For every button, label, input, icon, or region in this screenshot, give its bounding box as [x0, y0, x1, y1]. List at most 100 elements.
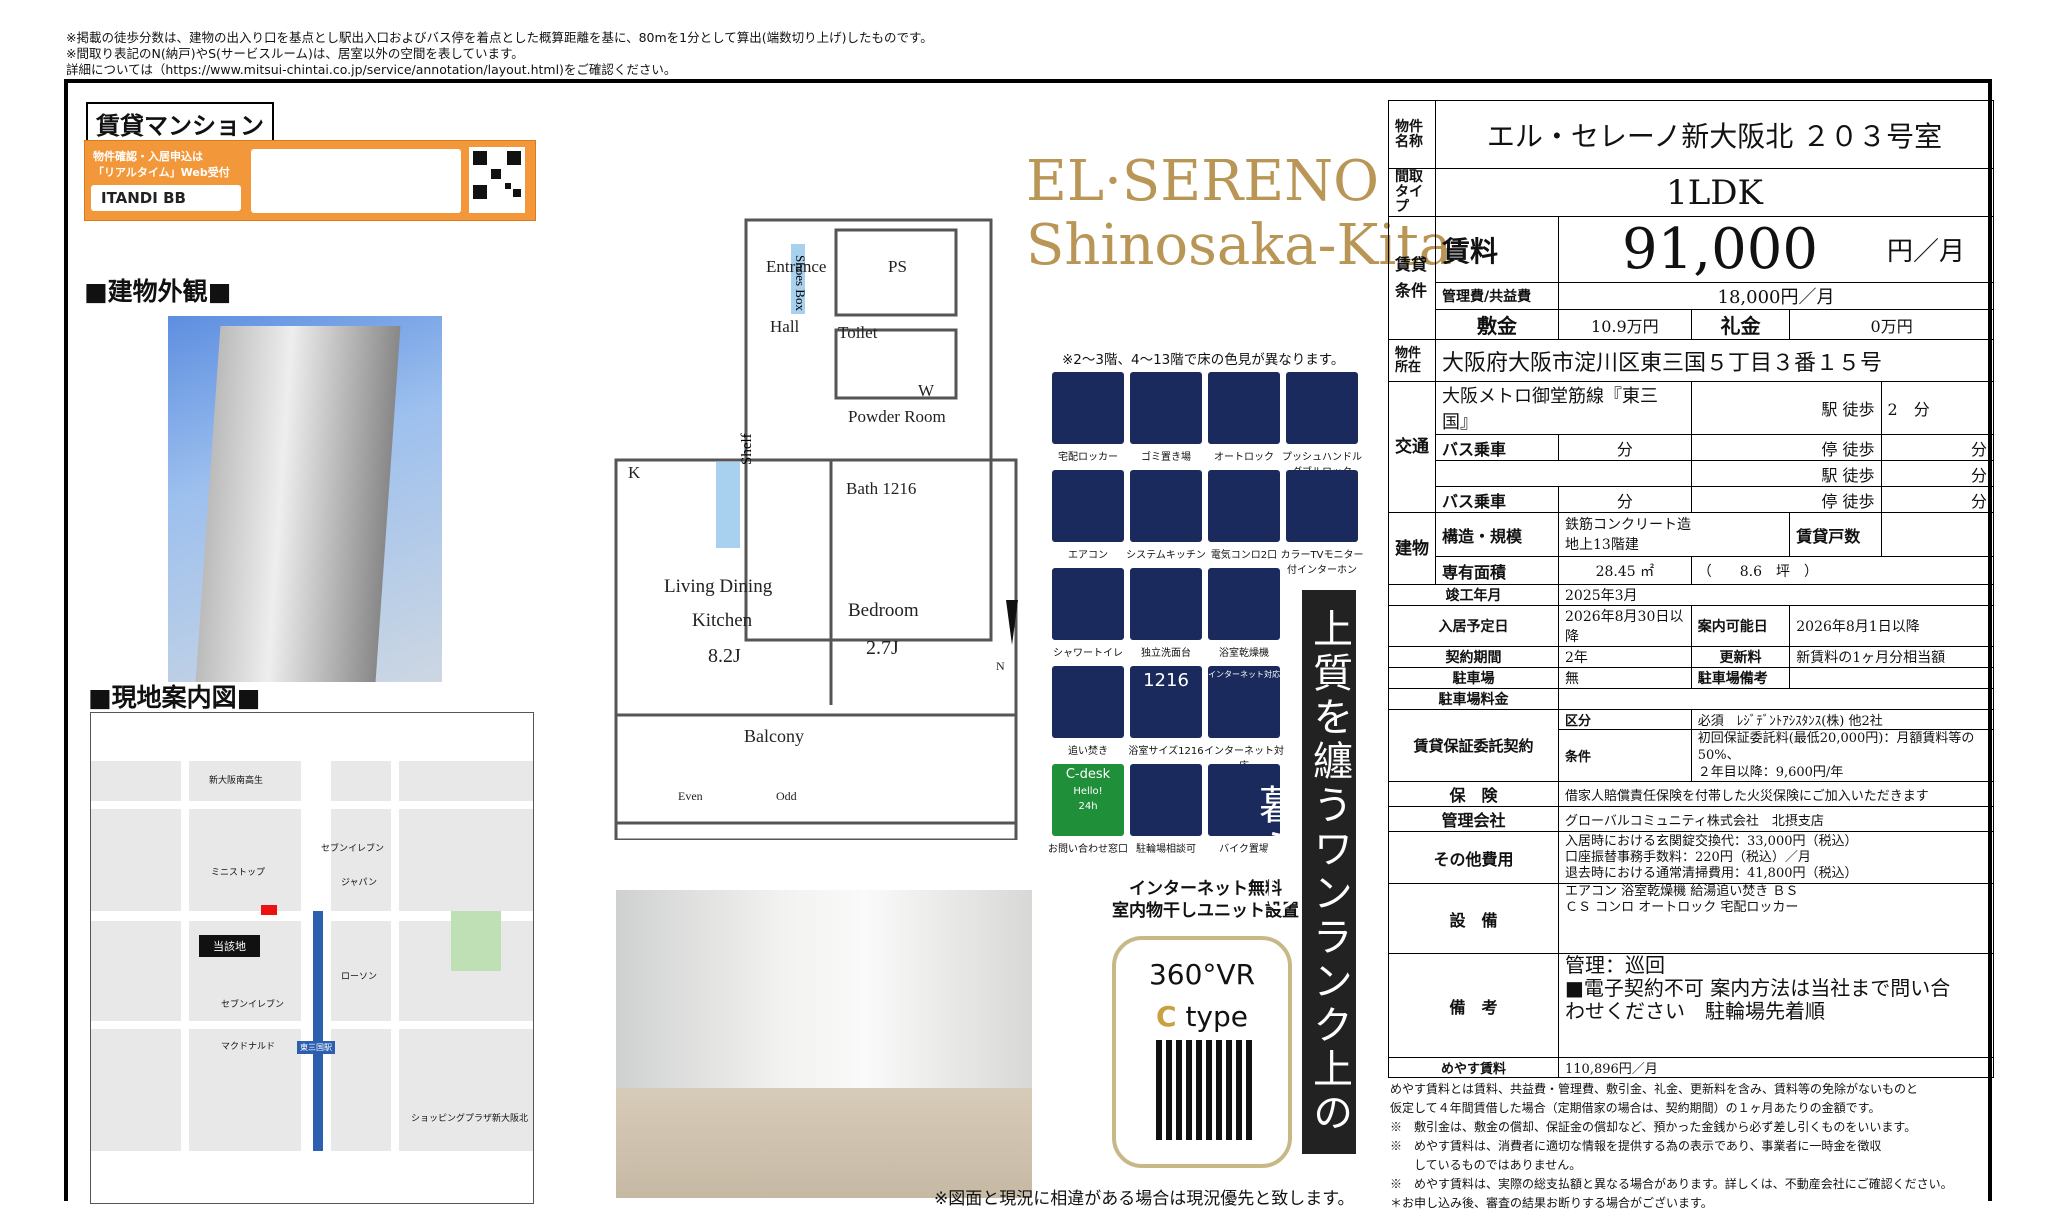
room-ldk-size: 8.2J: [708, 645, 741, 667]
equip1: エアコン 浴室乾燥機 給湯追い焚き ＢＳ: [1565, 884, 1799, 899]
amenity-label: 電気コンロ2口: [1210, 550, 1278, 561]
footnotes: めやす賃料とは賃料、共益費・管理費、敷引金、礼金、更新料を含み、賃料等の免除がな…: [1390, 1080, 1988, 1213]
disclaimer-notes: ※掲載の徒歩分数は、建物の出入り口を基点とし駅出入口およびバス停を着点とした概算…: [66, 30, 933, 78]
cdesk-text: C-desk: [1065, 767, 1111, 782]
itandi-line2: 「リアルタイム」Web受付: [93, 166, 230, 179]
note-line: ※間取り表記のN(納戸)やS(サービスルーム)は、居室以外の空間を表しています。: [66, 46, 524, 61]
line1-value: 大阪メトロ御堂筋線『東三国』: [1435, 381, 1692, 435]
cdesk-text: Hello!: [1073, 786, 1103, 797]
room-powder: Powder Room: [848, 407, 946, 426]
amenity-icon: [1286, 372, 1358, 444]
map-label: ジャパン: [341, 878, 378, 888]
area-label: 専有面積: [1435, 556, 1559, 585]
remark2: ■電子契約不可 案内方法は当社まで問い合: [1565, 976, 1951, 1000]
stop2-walk: 停 徒歩: [1690, 486, 1882, 513]
amenity-label: カラーTVモニター付インターホン: [1280, 550, 1364, 576]
room-type: 1LDK: [1435, 168, 1994, 217]
amenity-icon: [1052, 372, 1124, 444]
site-marker-icon: [261, 905, 277, 915]
rent-value: 91,000: [1558, 216, 1881, 283]
key-money-value: 0万円: [1789, 309, 1994, 340]
mgmt-label: 管理会社: [1388, 806, 1559, 832]
station2-min: 分: [1880, 460, 1994, 487]
amenity-label: 宅配ロッカー: [1058, 452, 1118, 463]
bath-size-text: 1216: [1143, 670, 1189, 691]
avail-label: 案内可能日: [1690, 605, 1791, 647]
room-hall: Hall: [770, 317, 800, 336]
other-values: 入居時における玄関錠交換代：33,000円（税込） 口座振替事務手数料：220円（…: [1558, 831, 1994, 884]
built-label: 竣工年月: [1388, 584, 1559, 606]
map-label: セブンイレブン: [221, 1000, 285, 1010]
map-heading: ■現地案内図■: [88, 683, 261, 712]
bus2-min: 分: [1558, 486, 1692, 513]
exterior-photo: [168, 316, 442, 682]
renew-value: 新賃料の1ヶ月分相当額: [1789, 646, 1994, 668]
vr-qr-icon[interactable]: [1156, 1040, 1256, 1140]
amenity-label: お問い合わせ窓口: [1048, 844, 1128, 855]
key-money-label: 礼金: [1690, 309, 1791, 340]
other-label: その他費用: [1388, 831, 1559, 884]
note-line: 詳細については（https://www.mitsui-chintai.co.jp…: [66, 62, 677, 77]
internet-text: インターネット対応: [1208, 670, 1280, 679]
fee-value: 18,000円／月: [1558, 282, 1994, 310]
amenity-icon: [1130, 470, 1202, 542]
tsubo-value: （ 8.6 坪 ）: [1690, 556, 1995, 585]
map-label: セブンイレブン: [321, 844, 385, 854]
amenity-label: ゴミ置き場: [1141, 452, 1191, 463]
remark3: わせください 駐輪場先着順: [1565, 999, 1825, 1023]
amenity-label: 独立洗面台: [1141, 648, 1191, 659]
period-value: 2年: [1558, 646, 1692, 668]
units-label: 賃貸戸数: [1789, 512, 1882, 557]
amenity-icon: [1286, 470, 1358, 542]
stop1-min: 分: [1880, 434, 1994, 461]
room-shoesbox: Shoes Box: [793, 255, 808, 311]
site-label: 当該地: [199, 935, 260, 957]
amenity-icon: 1216: [1130, 666, 1202, 738]
station-label: 東三国駅: [297, 1041, 335, 1054]
parking-value: 無: [1558, 667, 1692, 689]
amenity-label: 浴室サイズ1216: [1128, 746, 1204, 757]
itandi-banner[interactable]: 物件確認・入居申込は 「リアルタイム」Web受付 ITANDI BB: [84, 140, 536, 221]
vr-label: 360°VR: [1148, 958, 1256, 991]
parkfee-value: [1558, 688, 1994, 710]
room-bedroom: Bedroom: [848, 600, 919, 621]
footnote-line: 仮定して４年間賃借した場合（定期借家の場合は、契約期間）の１ヶ月あたりの金額です…: [1390, 1101, 1881, 1115]
vr-tour-card[interactable]: 360°VR C type: [1112, 936, 1292, 1168]
renew-label: 更新料: [1690, 646, 1791, 668]
bus2-label: バス乗車: [1435, 486, 1559, 513]
deposit-label: 敷金: [1435, 309, 1559, 340]
interior-photo: [616, 890, 1032, 1198]
listing-type-title: 賃貸マンション: [86, 102, 274, 145]
other2: 口座振替事務手数料：220円（税込）／月: [1565, 849, 1811, 865]
vr-type-word: type: [1176, 1000, 1248, 1033]
property-name: エル・セレーノ新大阪北 ２０３号室: [1435, 100, 1994, 169]
catch-copy: 上質を纏うワンランク上の暮らし。: [1252, 590, 1356, 1154]
walk1: 2: [1887, 400, 1898, 419]
room-shelf: Shelf: [739, 433, 755, 465]
guar3: ２年目以降：9,600円/年: [1697, 765, 1844, 780]
movein-label: 入居予定日: [1388, 605, 1559, 647]
amenity-label: 浴室乾燥機: [1219, 648, 1269, 659]
amenity-icon: [1208, 568, 1280, 640]
amenity-label: 駐輪場相談可: [1136, 844, 1196, 855]
stop1-walk: 停 徒歩: [1690, 434, 1882, 461]
floor-color-note: ※2〜3階、4〜13階で床の色見が異なります。: [1062, 352, 1345, 368]
map-label: ショッピングプラザ新大阪北: [411, 1114, 529, 1124]
exterior-heading: ■建物外観■: [84, 277, 232, 306]
parking-label: 駐車場: [1388, 667, 1559, 689]
guarantee-label: 賃貸保証委託契約: [1388, 709, 1559, 782]
amenity-icon: [1130, 568, 1202, 640]
station2-walk: 駅 徒歩: [1690, 460, 1882, 487]
other3: 退去時における通常清掃費用：41,800円（税込）: [1565, 865, 1858, 881]
type-label: 間取タイプ: [1388, 168, 1436, 217]
itandi-line1: 物件確認・入居申込は: [93, 150, 203, 163]
bus1-label: バス乗車: [1435, 434, 1559, 461]
address-label: 物件所在: [1388, 339, 1436, 382]
station-walk-label: 駅 徒歩: [1690, 381, 1882, 435]
line2-value: [1435, 460, 1692, 487]
plan-caption: ※図面と現況に相違がある場合は現況優先と致します。: [934, 1189, 1355, 1209]
amenity-label: シャワートイレ: [1053, 648, 1123, 659]
traffic-label: 交通: [1388, 381, 1436, 513]
built-value: 2025年3月: [1558, 584, 1994, 606]
room-w: W: [918, 381, 935, 400]
